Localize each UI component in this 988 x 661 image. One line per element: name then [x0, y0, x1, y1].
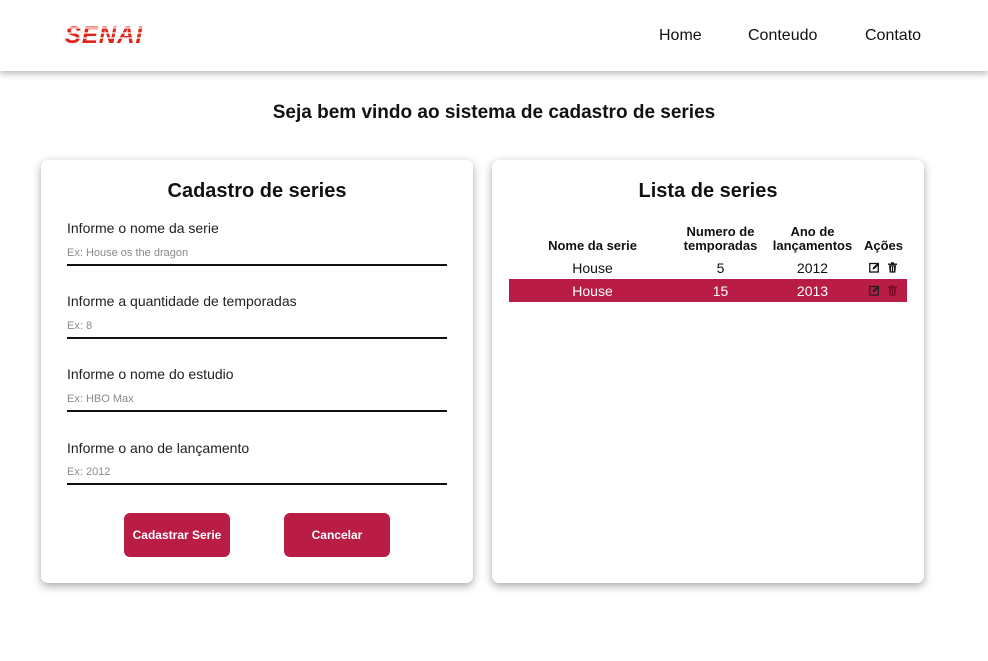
svg-text:SENAI: SENAI [65, 22, 144, 47]
top-navbar: SENAI Home Conteudo Contato [0, 0, 988, 71]
cell-year: 2013 [765, 279, 860, 302]
series-form-card: Cadastro de series Informe o nome da ser… [41, 160, 473, 583]
senai-logo[interactable]: SENAI [53, 22, 155, 47]
table-header-row: Nome da serie Numero de temporadas Ano d… [509, 225, 907, 256]
series-name-input[interactable] [67, 242, 447, 266]
nav-conteudo[interactable]: Conteudo [748, 27, 817, 45]
studio-input[interactable] [67, 388, 447, 412]
seasons-label: Informe a quantidade de temporadas [67, 293, 297, 309]
seasons-input[interactable] [67, 315, 447, 339]
trash-icon[interactable] [887, 261, 898, 273]
cell-year: 2012 [796, 259, 829, 276]
form-title: Cadastro de series [167, 180, 347, 202]
cancel-button[interactable]: Cancelar [284, 513, 390, 557]
cell-seasons: 5 [716, 259, 725, 276]
col-header-seasons-line1: Numero de [686, 224, 755, 239]
list-title: Lista de series [638, 180, 778, 202]
edit-icon[interactable] [869, 285, 880, 296]
cadastrar-serie-button[interactable]: Cadastrar Serie [124, 513, 230, 557]
col-header-year-line2: lançamentos [772, 238, 853, 253]
nav-contato[interactable]: Contato [865, 27, 921, 45]
series-list-card: Lista de series Nome da serie Numero de … [492, 160, 924, 583]
col-header-actions: Ações [863, 238, 904, 253]
cell-name: House [509, 279, 676, 302]
col-header-seasons: Numero de temporadas [676, 225, 765, 256]
trash-icon[interactable] [887, 284, 898, 296]
col-header-year-line1: Ano de [790, 224, 835, 239]
table-row[interactable]: House 15 2013 [509, 279, 907, 302]
cell-actions [860, 279, 907, 302]
col-header-name: Nome da serie [548, 238, 637, 253]
cell-actions [860, 256, 907, 279]
cell-seasons: 15 [676, 279, 765, 302]
col-header-year: Ano de lançamentos [765, 225, 860, 256]
series-table: Nome da serie Numero de temporadas Ano d… [509, 225, 907, 302]
release-year-input[interactable] [67, 461, 447, 485]
series-name-label: Informe o nome da serie [67, 220, 219, 236]
cell-name: House [572, 259, 613, 276]
studio-label: Informe o nome do estudio [67, 366, 234, 382]
release-year-label: Informe o ano de lançamento [67, 440, 250, 456]
nav-home[interactable]: Home [659, 27, 702, 45]
col-header-seasons-line2: temporadas [683, 238, 758, 253]
welcome-heading: Seja bem vindo ao sistema de cadastro de… [272, 102, 716, 123]
edit-icon[interactable] [869, 262, 880, 273]
table-row[interactable]: House 5 2012 [509, 256, 907, 279]
